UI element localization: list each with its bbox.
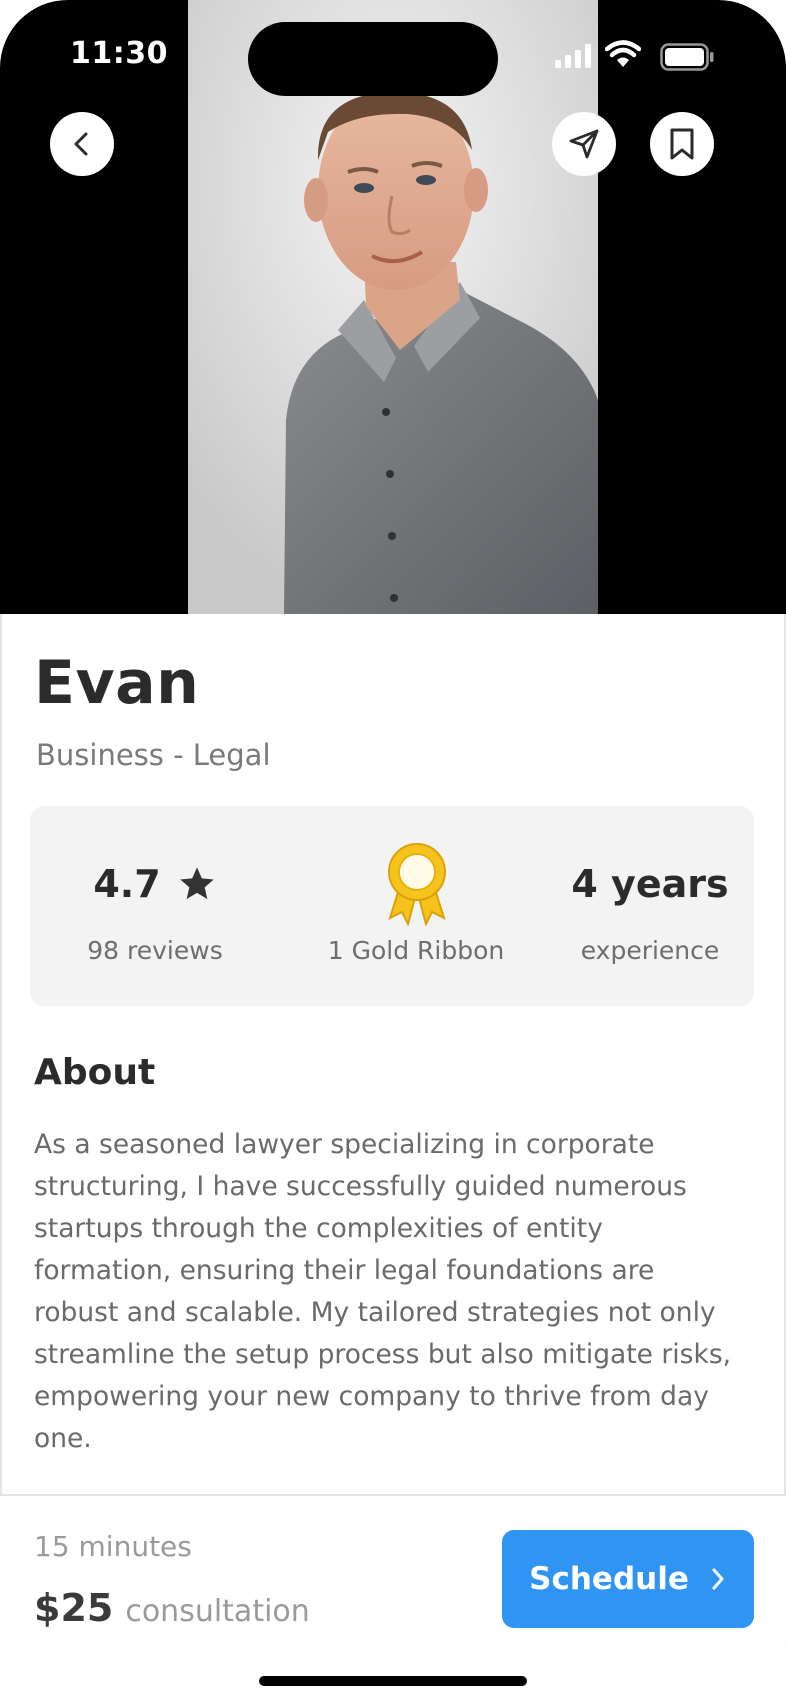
bookmark-button[interactable] [650,112,714,176]
rating-value: 4.7 [93,862,161,906]
schedule-button-label: Schedule [529,1561,689,1597]
experience-stat: 4 years experience [550,806,750,1006]
back-button[interactable] [50,112,114,176]
profile-category: Business - Legal [36,738,271,772]
years-value: 4 years [571,862,729,906]
battery-icon [660,43,714,71]
about-text: As a seasoned lawyer specializing in cor… [34,1129,732,1454]
status-time: 11:30 [70,36,168,71]
price-value: $25 [34,1586,114,1630]
experience-label: experience [580,936,720,965]
share-button[interactable] [552,112,616,176]
price-row: $25 consultation [34,1586,310,1630]
wifi-icon [605,40,641,67]
chevron-right-icon [712,1568,724,1590]
star-icon [179,867,214,899]
session-duration: 15 minutes [34,1530,192,1563]
rating-value-row: 4.7 [50,862,260,906]
hero-section: 11:30 [0,0,786,614]
ribbon-stat: 1 Gold Ribbon [286,806,546,1006]
rating-stat: 4.7 98 reviews [50,806,260,1006]
home-indicator[interactable] [259,1676,527,1686]
dynamic-island [248,22,498,96]
reviews-count: 98 reviews [87,936,223,965]
chevron-left-icon [74,132,88,156]
paper-plane-icon [569,129,599,159]
phone-screen: 11:30 Evan Business - Legal 4.7 98 revie… [0,0,786,1704]
stats-card: 4.7 98 reviews 1 Gold Ribbon 4 years exp… [30,806,754,1006]
price-label: consultation [125,1594,310,1629]
gold-ribbon-icon [388,843,446,926]
status-bar: 11:30 [0,0,786,110]
booking-bar: 15 minutes $25 consultation Schedule [0,1494,786,1704]
schedule-button[interactable]: Schedule [502,1530,754,1628]
bookmark-icon [670,128,694,160]
ribbon-label: 1 Gold Ribbon [327,936,505,965]
profile-name: Evan [34,648,200,718]
cellular-signal-icon [555,44,591,68]
about-heading: About [34,1052,156,1093]
